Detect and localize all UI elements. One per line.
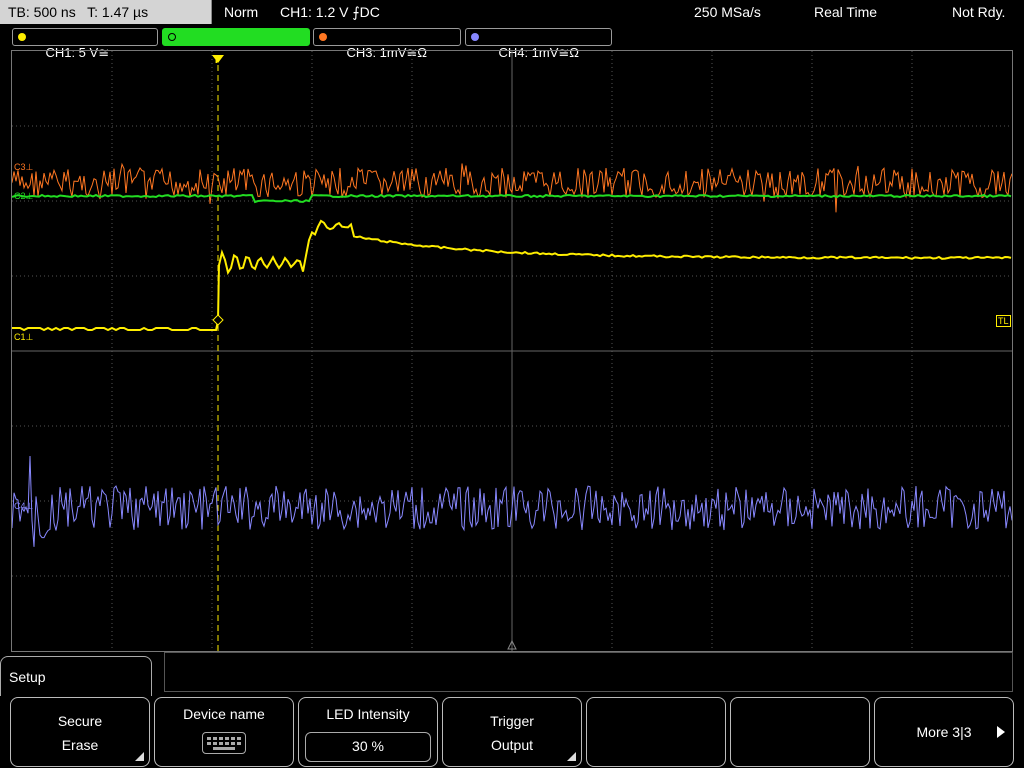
acquisition-state: Not Rdy. [952,4,1006,20]
channel-3-dot-icon [319,33,327,41]
submenu-corner-icon [567,752,576,761]
trigger-readout[interactable]: CH1: 1.2 V ⨍DC [280,0,380,24]
channel-3-button[interactable]: CH3: 1mV≅Ω [313,28,461,60]
channel-4-button[interactable]: CH4: 1mV≅Ω [465,28,612,60]
ch3-ground-marker[interactable]: C3⊥ [14,162,33,172]
channel-1-dot-icon [18,33,26,41]
device-name-label: Device name [183,706,265,722]
acquisition-mode: Real Time [814,4,878,20]
led-intensity-label: LED Intensity [326,706,410,722]
channel-1-button[interactable]: CH1: 5 V≅ [12,28,158,60]
softkey-5[interactable] [586,697,726,767]
channel-4-dot-icon [471,33,479,41]
sample-rate: 250 MSa/s [694,4,761,20]
secure-erase-button[interactable]: Secure Erase [10,697,150,767]
trigger-position-marker[interactable]: T [213,55,220,66]
channel-2-button[interactable]: CH2: 20 mV≅Ω [162,28,310,60]
keyboard-icon [202,732,246,754]
trigger-output-button[interactable]: Trigger Output [442,697,582,767]
status-bar: TB: 500 ns T: 1.47 µs Norm CH1: 1.2 V ⨍D… [0,0,1024,26]
softkey-6[interactable] [730,697,870,767]
secure-erase-line2: Erase [61,737,99,753]
channel-2-dot-icon [168,33,176,41]
trigger-mode[interactable]: Norm [224,0,258,24]
trigger-point-icon [212,314,224,326]
ch1-ground-marker[interactable]: C1⊥ [14,332,33,342]
trigger-output-line2: Output [490,737,534,753]
trigger-output-line1: Trigger [490,713,534,729]
channel-bar: CH1: 5 V≅ CH2: 20 mV≅Ω CH3: 1mV≅Ω CH4: 1… [0,26,1024,60]
more-button[interactable]: More 3|3 [874,697,1014,767]
ch2-ground-marker[interactable]: C2⊥ [14,191,33,201]
menu-title-tab: Setup [0,656,152,696]
waveform-canvas [12,51,1012,651]
led-intensity-value[interactable]: 30 % [305,732,431,762]
menu-title: Setup [9,669,46,685]
timebase-readout[interactable]: TB: 500 ns T: 1.47 µs [0,0,212,24]
secure-erase-line1: Secure [57,713,103,729]
led-intensity-button[interactable]: LED Intensity 30 % [298,697,438,767]
device-name-button[interactable]: Device name [154,697,294,767]
ch4-ground-marker[interactable]: C4⊥ [14,501,33,511]
arrow-right-icon [997,726,1005,738]
more-label: More 3|3 [916,724,972,740]
trigger-level-marker[interactable]: TL [996,315,1011,327]
submenu-corner-icon [135,752,144,761]
softkey-label-strip [164,652,1013,692]
waveform-display[interactable]: C3⊥ C2⊥ C1⊥ C4⊥ TL T [11,50,1013,652]
